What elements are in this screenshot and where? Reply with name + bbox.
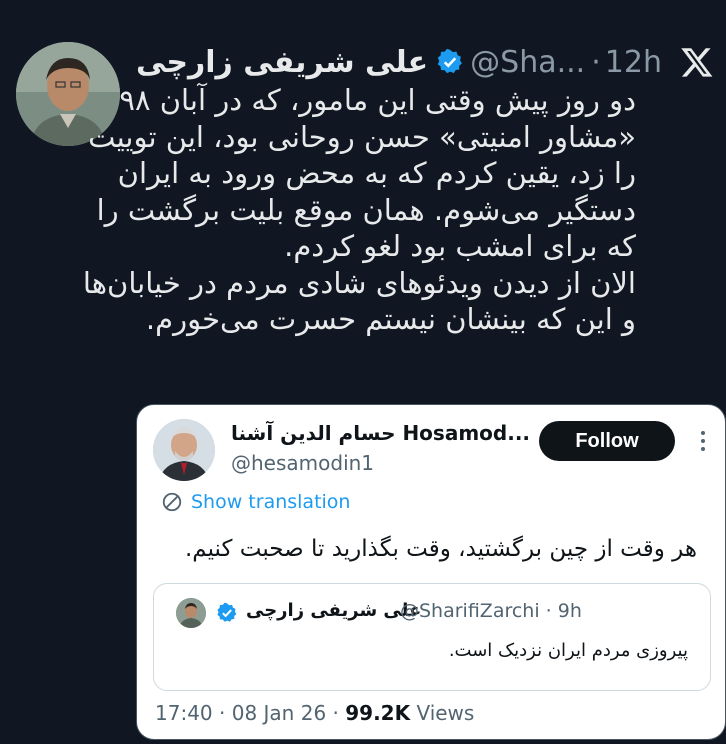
show-translation-label: Show translation bbox=[191, 491, 351, 513]
quoted-author-handle[interactable]: @SharifiZarchi bbox=[400, 600, 540, 622]
tweet-text-line: «مشاور امنیتی» حسن روحانی بود، این توییت bbox=[88, 119, 636, 154]
tweet-text-line: که برای امشب بود لغو کردم. bbox=[284, 229, 636, 263]
tweet-text-line: دو روز پیش وقتی این مامور، که در آبان ۹۸ bbox=[119, 83, 636, 117]
quoted-tweet[interactable]: علی شریفی زارچی @SharifiZarchi · 9h پیرو… bbox=[153, 583, 711, 691]
quoted-time[interactable]: 9h bbox=[558, 600, 582, 622]
quoted-meta: @SharifiZarchi · 9h bbox=[400, 600, 582, 622]
tweet-screenshot: علی شریفی زارچی @Sha... · 12h دو روز پیش… bbox=[0, 0, 726, 744]
tweet-text-line: دستگیر می‌شوم. همان موقع بلیت برگشت را bbox=[96, 192, 636, 227]
tweet-text-line: و این که بینشان نیستم حسرت می‌خورم. bbox=[145, 302, 636, 336]
tweet-text-line: را زد، یقین کردم که به محض ورود به ایران bbox=[117, 156, 636, 190]
author-name[interactable]: علی شریفی زارچی bbox=[136, 45, 428, 80]
x-logo-icon bbox=[681, 48, 713, 77]
tweet-time[interactable]: 12h bbox=[605, 45, 662, 80]
quoted-separator: · bbox=[545, 600, 552, 622]
translate-icon bbox=[162, 492, 182, 512]
embed-time[interactable]: 17:40 bbox=[155, 701, 213, 725]
embed-author-avatar[interactable] bbox=[153, 419, 215, 481]
verified-badge-icon bbox=[437, 48, 463, 74]
follow-button[interactable]: Follow bbox=[539, 421, 675, 461]
embed-tweet-text: هر وقت از چین برگشتید، وقت بگذارید تا صح… bbox=[185, 536, 697, 562]
embed-footer: 17:40 · 08 Jan 26 · 99.2K Views bbox=[155, 701, 474, 725]
footer-separator: · bbox=[219, 701, 226, 725]
quoted-author-name[interactable]: علی شریفی زارچی bbox=[246, 600, 421, 621]
separator-dot: · bbox=[591, 44, 601, 80]
quoted-tweet-text: پیروزی مردم ایران نزدیک است. bbox=[448, 640, 688, 661]
views-label: Views bbox=[416, 701, 475, 725]
tweet-text: دو روز پیش وقتی این مامور، که در آبان ۹۸… bbox=[82, 82, 636, 338]
views-count: 99.2K bbox=[345, 701, 411, 725]
embed-author-name[interactable]: حسام الدین آشنا Hosamod... bbox=[231, 421, 530, 445]
embedded-tweet-card[interactable]: حسام الدین آشنا Hosamod... @hesamodin1 F… bbox=[136, 404, 726, 740]
quoted-verified-badge-icon bbox=[217, 602, 237, 622]
embed-author-handle[interactable]: @hesamodin1 bbox=[231, 451, 374, 475]
footer-separator: · bbox=[332, 701, 339, 725]
more-options-icon[interactable] bbox=[693, 427, 713, 455]
show-translation-link[interactable]: Show translation bbox=[161, 491, 350, 513]
tweet-header: علی شریفی زارچی @Sha... · 12h bbox=[136, 40, 714, 84]
embed-date[interactable]: 08 Jan 26 bbox=[232, 701, 326, 725]
quoted-author-avatar[interactable] bbox=[176, 598, 206, 628]
author-handle[interactable]: @Sha... bbox=[470, 45, 585, 80]
tweet-text-line: الان از دیدن ویدئوهای شادی مردم در خیابا… bbox=[82, 265, 636, 300]
